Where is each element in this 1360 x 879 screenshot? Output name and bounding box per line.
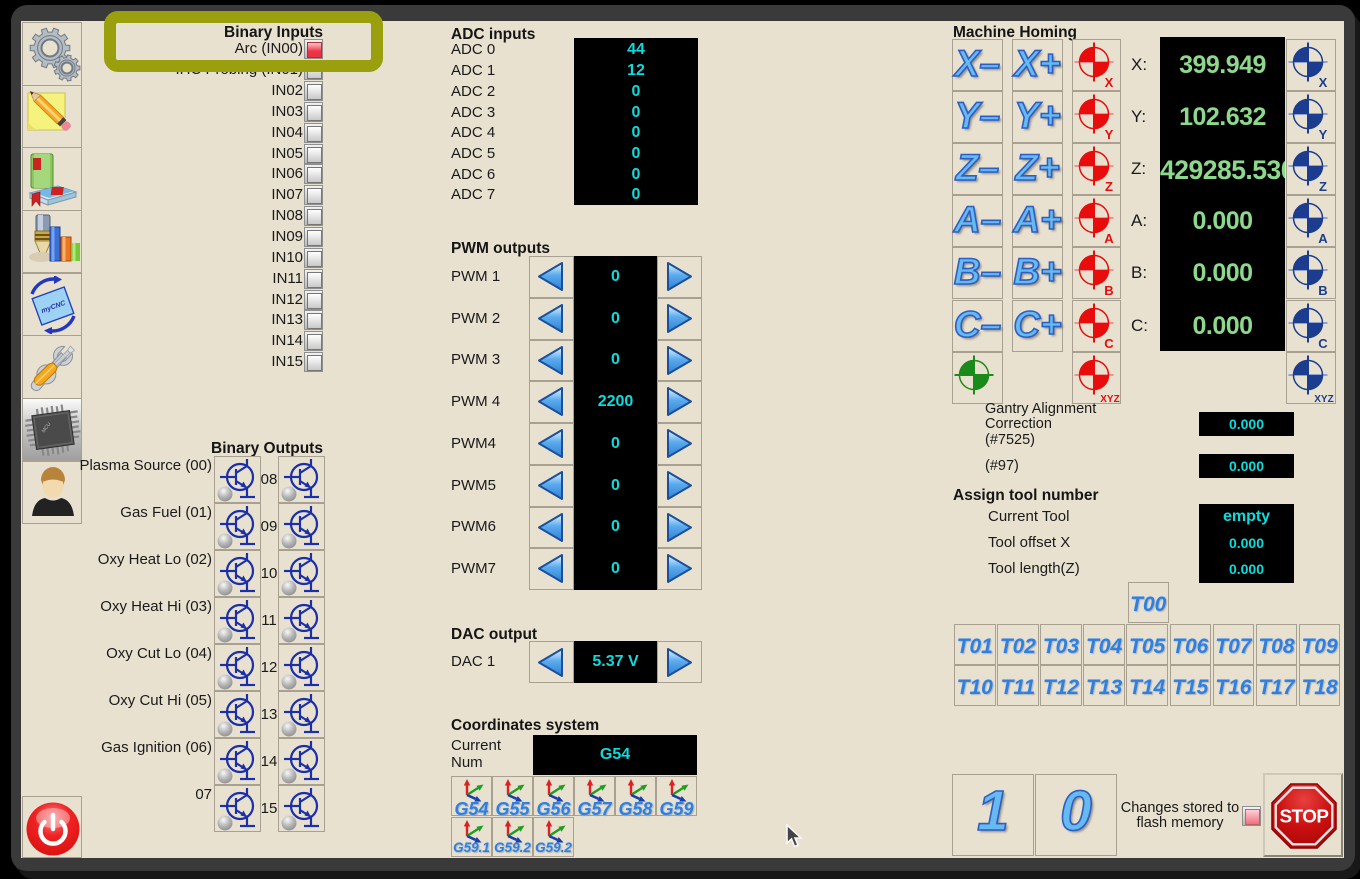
svg-text:C: C (1318, 336, 1328, 351)
svg-text:B: B (1318, 283, 1327, 298)
svg-text:Y: Y (1105, 127, 1114, 142)
svg-text:XYZ: XYZ (1314, 394, 1333, 405)
svg-text:C: C (1104, 336, 1114, 351)
svg-text:A: A (1104, 231, 1114, 246)
svg-text:Z: Z (1105, 179, 1113, 194)
svg-text:X: X (1105, 75, 1114, 90)
svg-text:Z: Z (1319, 179, 1327, 194)
svg-text:A: A (1318, 231, 1328, 246)
svg-text:Y: Y (1319, 127, 1328, 142)
svg-text:XYZ: XYZ (1100, 394, 1119, 405)
svg-text:X: X (1319, 75, 1328, 90)
svg-text:STOP: STOP (1279, 806, 1328, 827)
svg-text:B: B (1104, 283, 1113, 298)
